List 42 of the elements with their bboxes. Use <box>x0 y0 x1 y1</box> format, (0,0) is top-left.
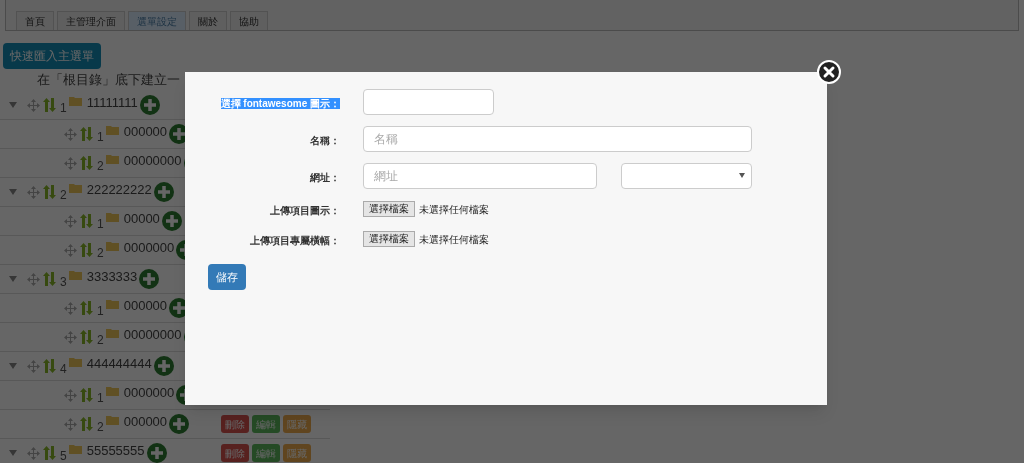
input-field[interactable]: 網址 <box>363 162 597 189</box>
field-label: 選擇 fontawesome 圖示： <box>220 97 340 109</box>
field-label: 網址： <box>310 171 340 183</box>
item-name: 3333333 <box>86 268 138 287</box>
item-number: 1 <box>97 129 104 146</box>
item-number: 1 <box>97 216 104 233</box>
item-number: 2 <box>97 245 104 262</box>
item-number: 4 <box>60 361 67 378</box>
file-status: 未選擇任何檔案 <box>419 202 489 217</box>
item-name: 55555555 <box>86 442 145 461</box>
input-field[interactable]: 名稱 <box>363 125 752 152</box>
item-number: 2 <box>97 158 104 175</box>
item-name: 000000 <box>123 123 168 142</box>
import-menu-button[interactable]: 快速匯入主選單 <box>3 43 101 69</box>
item-name: 000000 <box>123 297 168 316</box>
tab[interactable]: 協助 <box>230 11 268 30</box>
item-number: 5 <box>60 448 67 463</box>
item-name: 0000000 <box>123 384 175 403</box>
item-name: 0000000 <box>123 239 175 258</box>
item-name: 444444444 <box>86 355 152 374</box>
item-name: 000000 <box>123 413 168 432</box>
item-number: 3 <box>60 274 67 291</box>
choose-file-button[interactable]: 選擇檔案 <box>363 231 415 247</box>
item-number: 2 <box>97 419 104 436</box>
file-status: 未選擇任何檔案 <box>419 232 489 247</box>
item-name: 11111111 <box>86 94 138 113</box>
item-name: 222222222 <box>86 181 152 200</box>
field-label: 上傳項目圖示： <box>270 205 340 216</box>
item-number: 2 <box>60 187 67 204</box>
item-name: 00000000 <box>123 326 182 345</box>
item-name: 00000 <box>123 210 160 229</box>
tab[interactable]: 首頁 <box>16 11 54 30</box>
field-label: 上傳項目專屬橫幅： <box>250 235 340 246</box>
item-name: 00000000 <box>123 152 182 171</box>
tab[interactable]: 主管理介面 <box>57 11 125 30</box>
item-number: 2 <box>97 332 104 349</box>
choose-file-button[interactable]: 選擇檔案 <box>363 201 415 217</box>
save-button[interactable]: 儲存 <box>208 264 246 290</box>
item-number: 1 <box>97 390 104 407</box>
item-number: 1 <box>60 100 67 117</box>
item-number: 1 <box>97 303 104 320</box>
field-label: 名稱： <box>310 134 340 146</box>
